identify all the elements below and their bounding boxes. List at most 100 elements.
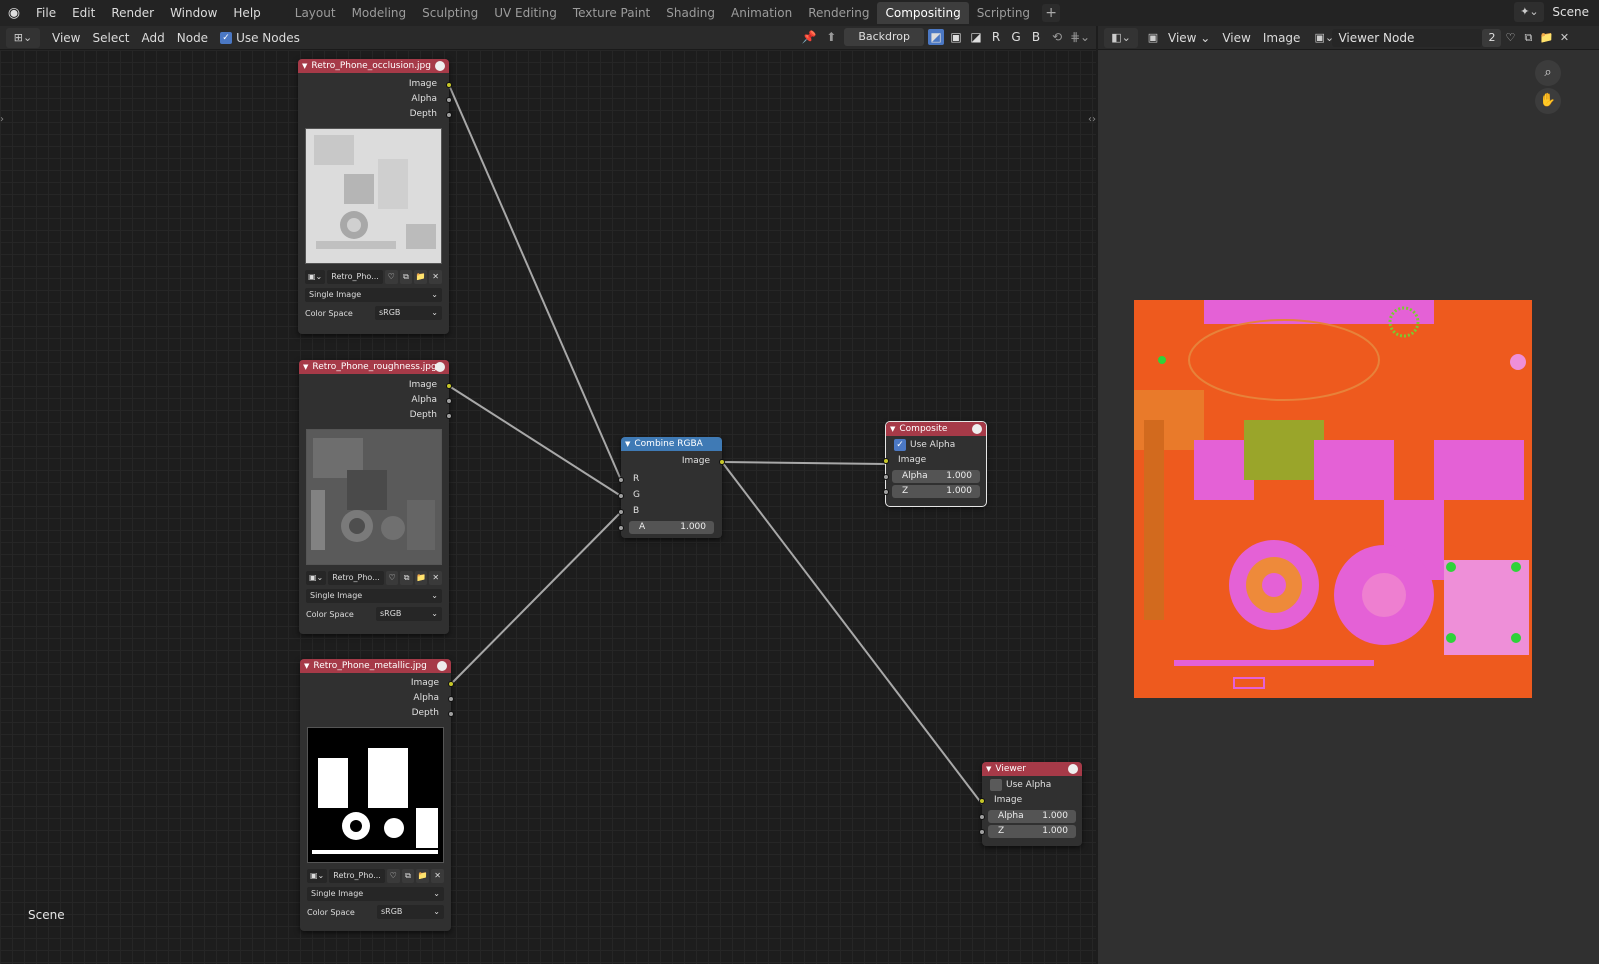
tab-uv-editing[interactable]: UV Editing <box>486 2 565 24</box>
duplicate-icon[interactable]: ⧉ <box>400 571 413 585</box>
image-node-roughness[interactable]: ▼ Retro_Phone_roughness.jpg Image Alpha D… <box>299 360 452 634</box>
image-name-field[interactable]: Retro_Pho... <box>327 270 383 284</box>
use-nodes-toggle[interactable]: ✓ Use Nodes <box>214 28 306 48</box>
iv-menu-image[interactable]: Image <box>1257 28 1307 48</box>
image-socket[interactable] <box>446 82 452 88</box>
collapse-icon[interactable]: ▼ <box>890 425 895 433</box>
channel-b-button[interactable]: B <box>1028 29 1044 45</box>
image-socket[interactable] <box>448 681 454 687</box>
a-socket[interactable] <box>618 525 624 531</box>
menu-window[interactable]: Window <box>162 2 225 24</box>
depth-socket[interactable] <box>446 413 452 419</box>
ne-menu-view[interactable]: View <box>46 28 86 48</box>
tab-compositing[interactable]: Compositing <box>877 2 969 24</box>
backdrop-button[interactable]: Backdrop <box>844 28 924 46</box>
node-preview-icon[interactable] <box>435 61 445 71</box>
fake-user-icon[interactable]: ♡ <box>386 869 400 883</box>
image-mode-icon[interactable]: ▣ <box>1144 29 1162 47</box>
image-socket[interactable] <box>979 798 985 804</box>
depth-socket[interactable] <box>448 711 454 717</box>
scene-icon[interactable]: ✦⌄ <box>1514 2 1545 22</box>
image-node-occlusion[interactable]: ▼ Retro_Phone_occlusion.jpg Image Alpha D… <box>298 59 452 334</box>
color-space-dropdown[interactable]: sRGB ⌄ <box>377 905 444 919</box>
viewer-node[interactable]: ▼ Viewer Use Alpha Image Alpha 1.000 Z 1.00… <box>979 762 1082 846</box>
unlink-icon[interactable]: ✕ <box>431 869 444 883</box>
collapse-icon[interactable]: ▼ <box>625 440 630 448</box>
node-header[interactable]: ▼ Retro_Phone_metallic.jpg <box>300 659 451 673</box>
g-socket[interactable] <box>618 493 624 499</box>
image-browse-icon[interactable]: ▣⌄ <box>306 571 327 585</box>
z-socket[interactable] <box>883 489 889 495</box>
image-viewer[interactable]: ⌕ ✋ <box>1098 50 1599 964</box>
fake-user-icon[interactable]: ♡ <box>1501 29 1519 47</box>
tab-rendering[interactable]: Rendering <box>800 2 877 24</box>
fake-user-icon[interactable]: ♡ <box>385 571 399 585</box>
collapse-icon[interactable]: ▼ <box>303 363 308 371</box>
alpha-socket[interactable] <box>979 814 985 820</box>
image-socket[interactable] <box>883 458 889 464</box>
node-header[interactable]: ▼ Combine RGBA <box>621 437 722 451</box>
add-workspace-button[interactable]: + <box>1042 4 1061 22</box>
parent-node-icon[interactable]: ⬆ <box>822 28 840 46</box>
menu-edit[interactable]: Edit <box>64 2 103 24</box>
duplicate-icon[interactable]: ⧉ <box>1519 29 1537 47</box>
alpha-socket[interactable] <box>446 398 452 404</box>
alpha-socket[interactable] <box>883 474 889 480</box>
combine-rgba-node[interactable]: ▼ Combine RGBA Image R G B A 1.000 <box>618 437 725 538</box>
node-preview-icon[interactable] <box>437 661 447 671</box>
image-name-field[interactable]: Retro_Pho... <box>329 869 385 883</box>
ne-menu-add[interactable]: Add <box>136 28 171 48</box>
channel-g-button[interactable]: G <box>1008 29 1024 45</box>
tab-texture-paint[interactable]: Texture Paint <box>565 2 658 24</box>
scene-name[interactable]: Scene <box>1548 5 1593 19</box>
tab-sculpting[interactable]: Sculpting <box>414 2 486 24</box>
editor-type-icon[interactable]: ⊞⌄ <box>6 27 40 48</box>
depth-socket[interactable] <box>446 112 452 118</box>
users-count[interactable]: 2 <box>1482 28 1502 47</box>
image-name-field[interactable]: Viewer Node <box>1332 28 1483 47</box>
zoom-icon[interactable]: ⌕ <box>1535 60 1561 86</box>
channel-r-button[interactable]: R <box>988 29 1004 45</box>
node-header[interactable]: ▼ Retro_Phone_roughness.jpg <box>299 360 449 374</box>
view-dropdown[interactable]: View ⌄ <box>1162 28 1216 48</box>
collapse-icon[interactable]: ▼ <box>986 765 991 773</box>
pan-hand-icon[interactable]: ✋ <box>1535 88 1561 114</box>
collapse-icon[interactable]: ▼ <box>304 662 309 670</box>
color-space-dropdown[interactable]: sRGB ⌄ <box>376 607 442 621</box>
fake-user-icon[interactable]: ♡ <box>384 270 398 284</box>
color-icon[interactable]: ▣ <box>948 29 964 45</box>
image-socket[interactable] <box>719 459 725 465</box>
duplicate-icon[interactable]: ⧉ <box>401 869 415 883</box>
node-header[interactable]: ▼ Viewer <box>982 762 1082 776</box>
image-node-metallic[interactable]: ▼ Retro_Phone_metallic.jpg Image Alpha De… <box>300 659 454 931</box>
editor-type-icon[interactable]: ◧⌄ <box>1104 27 1138 48</box>
use-alpha-toggle[interactable]: Use Alpha <box>982 776 1082 793</box>
close-icon[interactable]: ✕ <box>1555 29 1573 47</box>
source-dropdown[interactable]: Single Image ⌄ <box>306 589 442 603</box>
node-header[interactable]: ▼ Retro_Phone_occlusion.jpg <box>298 59 449 73</box>
alpha-value-field[interactable]: Alpha 1.000 <box>988 810 1076 823</box>
blender-logo-icon[interactable]: ◉ <box>0 0 28 26</box>
tab-scripting[interactable]: Scripting <box>969 2 1038 24</box>
color-space-dropdown[interactable]: sRGB ⌄ <box>375 306 442 320</box>
source-dropdown[interactable]: Single Image ⌄ <box>305 288 442 302</box>
source-dropdown[interactable]: Single Image ⌄ <box>307 887 444 901</box>
menu-file[interactable]: File <box>28 2 64 24</box>
tab-modeling[interactable]: Modeling <box>344 2 415 24</box>
alpha-socket[interactable] <box>446 97 452 103</box>
ne-menu-node[interactable]: Node <box>171 28 214 48</box>
open-folder-icon[interactable]: 📁 <box>1537 29 1555 47</box>
unlink-icon[interactable]: ✕ <box>429 571 442 585</box>
alpha-icon[interactable]: ◪ <box>968 29 984 45</box>
node-preview-icon[interactable] <box>972 424 982 434</box>
b-socket[interactable] <box>618 509 624 515</box>
image-browse-icon[interactable]: ▣⌄ <box>1314 29 1334 47</box>
node-preview-icon[interactable] <box>435 362 445 372</box>
image-browse-icon[interactable]: ▣⌄ <box>307 869 328 883</box>
tab-layout[interactable]: Layout <box>287 2 344 24</box>
open-folder-icon[interactable]: 📁 <box>414 571 428 585</box>
color-alpha-icon[interactable]: ◩ <box>928 29 944 45</box>
menu-help[interactable]: Help <box>225 2 268 24</box>
z-value-field[interactable]: Z 1.000 <box>892 485 980 498</box>
alpha-value-field[interactable]: Alpha 1.000 <box>892 470 980 483</box>
